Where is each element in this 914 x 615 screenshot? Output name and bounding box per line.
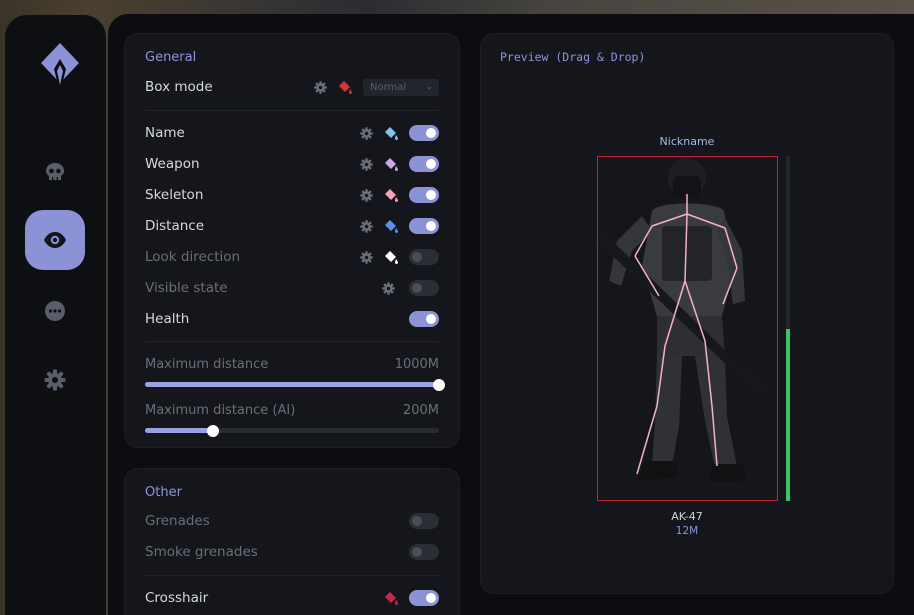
crosshair-label: Crosshair <box>145 590 209 606</box>
box-mode-select[interactable]: Normal ⌄ <box>363 78 439 96</box>
health-toggle[interactable] <box>409 311 439 327</box>
max-distance-label: Maximum distance <box>145 357 269 372</box>
skeleton-toggle[interactable] <box>409 187 439 203</box>
nav-settings-button[interactable] <box>25 350 85 410</box>
smoke-grenades-label: Smoke grenades <box>145 544 258 560</box>
other-panel: Other Grenades Smoke grenades Crosshair <box>124 468 460 615</box>
nav-skull-button[interactable] <box>25 142 85 202</box>
preview-distance[interactable]: 12M <box>481 525 893 537</box>
max-distance-header: Maximum distance 1000M <box>145 357 439 372</box>
gear-icon[interactable] <box>360 219 373 233</box>
max-distance-slider[interactable] <box>145 378 445 391</box>
gear-icon[interactable] <box>360 157 373 171</box>
max-distance-value: 1000M <box>394 357 439 372</box>
look-direction-label: Look direction <box>145 249 241 265</box>
box-mode-select-value: Normal <box>370 81 407 93</box>
color-bucket-icon[interactable] <box>383 156 399 172</box>
general-panel: General Box mode Normal ⌄ Name Weapon Skel… <box>124 33 460 448</box>
divider <box>145 341 439 342</box>
color-bucket-icon[interactable] <box>383 125 399 141</box>
grenades-toggle[interactable] <box>409 513 439 529</box>
slider-handle[interactable] <box>433 378 445 391</box>
slider-fill <box>145 428 213 433</box>
slider-fill <box>145 382 439 387</box>
weapon-toggle[interactable] <box>409 156 439 172</box>
preview-title: Preview (Drag & Drop) <box>500 50 646 64</box>
name-toggle[interactable] <box>409 125 439 141</box>
weapon-row: Weapon <box>145 153 439 175</box>
esp-box[interactable] <box>597 156 778 501</box>
weapon-label: Weapon <box>145 156 200 172</box>
name-row: Name <box>145 122 439 144</box>
smoke-grenades-row: Smoke grenades <box>145 541 439 563</box>
color-bucket-icon[interactable] <box>383 187 399 203</box>
look-direction-row: Look direction <box>145 246 439 268</box>
preview-weapon[interactable]: AK-47 <box>481 510 893 523</box>
divider <box>145 110 439 111</box>
gear-icon[interactable] <box>382 281 395 295</box>
skull-icon <box>46 163 64 180</box>
smoke-grenades-toggle[interactable] <box>409 544 439 560</box>
color-bucket-icon[interactable] <box>383 249 399 265</box>
divider <box>145 575 439 576</box>
chevron-down-icon: ⌄ <box>425 81 433 92</box>
visible-state-row: Visible state <box>145 277 439 299</box>
eye-icon <box>44 232 66 248</box>
box-mode-label: Box mode <box>145 79 213 95</box>
crosshair-toggle[interactable] <box>409 590 439 606</box>
health-bar[interactable] <box>786 156 790 501</box>
grenades-row: Grenades <box>145 510 439 532</box>
skeleton-row: Skeleton <box>145 184 439 206</box>
sidebar <box>5 15 106 615</box>
gear-icon[interactable] <box>314 80 327 94</box>
slider-handle[interactable] <box>206 424 219 437</box>
skeleton-label: Skeleton <box>145 187 204 203</box>
grenades-label: Grenades <box>145 513 210 529</box>
crosshair-row: Crosshair <box>145 587 439 609</box>
health-bar-fill <box>786 328 790 501</box>
max-distance-ai-slider[interactable] <box>145 424 439 437</box>
max-distance-ai-label: Maximum distance (AI) <box>145 403 296 418</box>
color-bucket-icon[interactable] <box>383 218 399 234</box>
max-distance-ai-header: Maximum distance (AI) 200M <box>145 403 439 418</box>
nav-visuals-button[interactable] <box>25 210 85 270</box>
distance-row: Distance <box>145 215 439 237</box>
health-row: Health <box>145 308 439 330</box>
main-content: General Box mode Normal ⌄ Name Weapon Skel… <box>108 14 914 615</box>
gear-icon <box>44 369 66 391</box>
distance-toggle[interactable] <box>409 218 439 234</box>
color-bucket-icon[interactable] <box>337 79 353 95</box>
gear-icon[interactable] <box>360 126 373 140</box>
more-icon <box>45 301 65 321</box>
look-direction-toggle[interactable] <box>409 249 439 265</box>
box-mode-row: Box mode Normal ⌄ <box>145 76 439 98</box>
preview-panel: Preview (Drag & Drop) Nickname AK-47 12M <box>480 33 894 594</box>
preview-nickname[interactable]: Nickname <box>481 135 893 148</box>
visible-state-toggle[interactable] <box>409 280 439 296</box>
other-title: Other <box>145 485 182 500</box>
gear-icon[interactable] <box>360 188 373 202</box>
health-label: Health <box>145 311 190 327</box>
visible-state-label: Visible state <box>145 280 228 296</box>
app-logo <box>41 43 79 93</box>
color-bucket-icon[interactable] <box>383 590 399 606</box>
distance-label: Distance <box>145 218 205 234</box>
gear-icon[interactable] <box>360 250 373 264</box>
nav-misc-button[interactable] <box>25 281 85 341</box>
max-distance-ai-value: 200M <box>402 403 439 418</box>
name-label: Name <box>145 125 185 141</box>
general-title: General <box>145 50 197 65</box>
